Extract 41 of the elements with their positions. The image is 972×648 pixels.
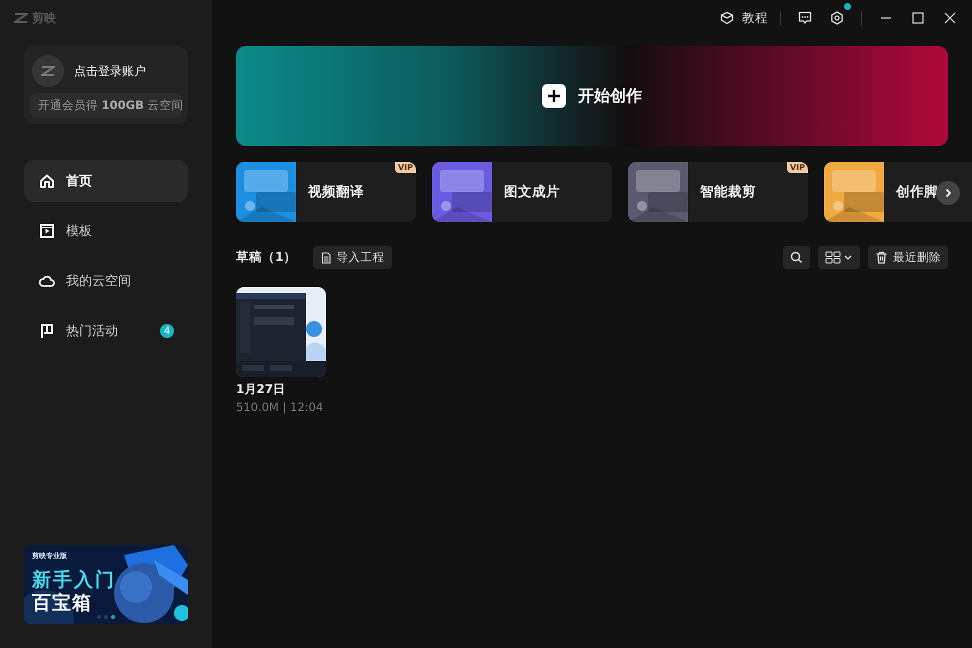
app-name: 剪映 [32,10,56,26]
draft-date: 1月27日 [236,381,286,398]
vip-badge: VIP [394,162,416,173]
cube-icon [720,11,734,25]
banner-title: 新手入门 [32,568,116,592]
sidebar-item[interactable]: 我的云空间 [24,260,188,302]
search-icon [790,251,803,264]
count-badge: 4 [160,324,174,338]
sidebar-item[interactable]: 模板 [24,210,188,252]
import-project-button[interactable]: 导入工程 [312,246,392,269]
feature-card[interactable]: 视频翻译 VIP [236,162,416,222]
document-icon [320,252,332,264]
tutorial-button[interactable]: 教程 [716,4,772,32]
close-icon [944,12,956,24]
start-creating-button[interactable]: 开始创作 [236,46,948,146]
trash-icon [875,251,888,264]
play-frame-icon [38,222,56,240]
feature-card[interactable]: 创作脚 [824,162,972,222]
logo-icon [14,13,28,23]
banner-subtitle: 百宝箱 [32,591,92,616]
plus-icon [547,89,561,103]
sidebar-item[interactable]: 首页 [24,160,188,202]
chat-icon [798,11,812,25]
search-button[interactable] [783,246,810,269]
recently-deleted-button[interactable]: 最近删除 [868,246,948,269]
chevron-right-icon [943,188,953,198]
feature-card[interactable]: 智能裁剪 VIP [628,162,808,222]
flag-icon [38,322,56,340]
view-toggle-button[interactable] [818,246,860,269]
drafts-heading: 草稿（1） [236,249,297,266]
sidebar-item[interactable]: 热门活动 4 [24,310,188,352]
maximize-icon [912,12,924,24]
home-icon [38,172,56,190]
avatar-icon[interactable] [32,55,64,87]
feature-card[interactable]: 图文成片 [432,162,612,222]
draft-meta: 510.0M | 12:04 [236,400,324,414]
settings-icon [830,11,844,25]
membership-promo[interactable]: 开通会员得 100GB 云空间 [30,93,182,118]
vip-badge: VIP [786,162,808,173]
login-link[interactable]: 点击登录账户 [74,62,146,80]
grid-view-icon [825,251,853,264]
